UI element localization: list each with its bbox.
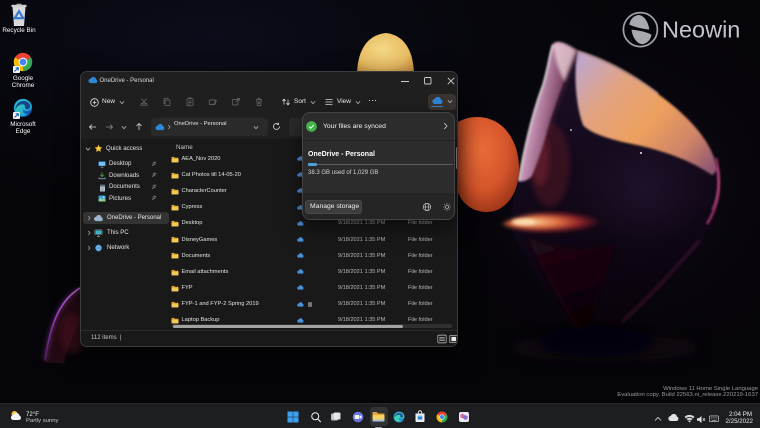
svg-text:Neowin: Neowin (662, 17, 740, 43)
